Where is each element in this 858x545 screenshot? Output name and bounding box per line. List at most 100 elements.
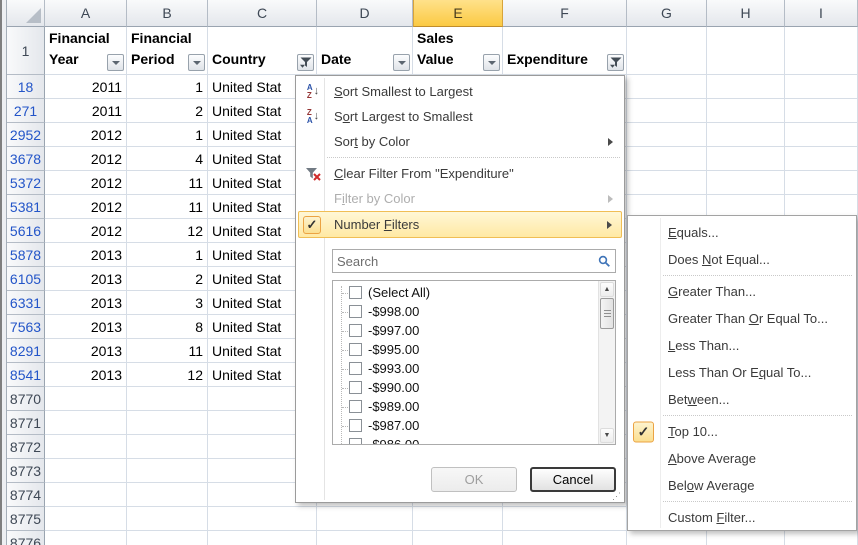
checkbox[interactable]: [349, 400, 362, 413]
cell-B-row271[interactable]: 2: [127, 99, 208, 123]
select-all-corner[interactable]: [7, 0, 45, 27]
scrollbar[interactable]: ▲ ▼: [598, 281, 615, 444]
row-header-2952[interactable]: 2952: [7, 123, 45, 147]
row-header-8770[interactable]: 8770: [7, 387, 45, 411]
filter-applied-button[interactable]: [297, 54, 314, 71]
checkbox[interactable]: [349, 419, 362, 432]
row-header-5878[interactable]: 5878: [7, 243, 45, 267]
cell-I1[interactable]: [785, 27, 858, 75]
cell-A-row8773[interactable]: [45, 459, 127, 483]
row-header-8775[interactable]: 8775: [7, 507, 45, 531]
cell-A-row7563[interactable]: 2013: [45, 315, 127, 339]
cell-G-row5372[interactable]: [627, 171, 707, 195]
cell-A-row5616[interactable]: 2012: [45, 219, 127, 243]
cell-E-row8775[interactable]: [413, 507, 503, 531]
cell-I-row18[interactable]: [785, 75, 858, 99]
filter-applied-button[interactable]: [607, 54, 624, 71]
cell-D-row8776[interactable]: [317, 531, 413, 545]
cell-F-row8776[interactable]: [503, 531, 627, 545]
cell-B-row8772[interactable]: [127, 435, 208, 459]
cell-I-row8776[interactable]: [785, 531, 858, 545]
cell-A-row5372[interactable]: 2012: [45, 171, 127, 195]
cell-I-row5372[interactable]: [785, 171, 858, 195]
cell-B-row18[interactable]: 1: [127, 75, 208, 99]
row-header-5381[interactable]: 5381: [7, 195, 45, 219]
list-item[interactable]: -$993.00: [333, 359, 598, 378]
column-header-I[interactable]: I: [785, 0, 858, 27]
submenu-item-greater-than-or-equal-to[interactable]: Greater Than Or Equal To...: [628, 305, 856, 332]
cell-A-row8776[interactable]: [45, 531, 127, 545]
cell-B-row8773[interactable]: [127, 459, 208, 483]
cell-B-row7563[interactable]: 8: [127, 315, 208, 339]
header-cell-B[interactable]: Financial Period: [127, 27, 208, 75]
checkbox[interactable]: [349, 362, 362, 375]
cell-B-row5616[interactable]: 12: [127, 219, 208, 243]
cell-F-row8775[interactable]: [503, 507, 627, 531]
cell-B-row2952[interactable]: 1: [127, 123, 208, 147]
list-item[interactable]: -$989.00: [333, 397, 598, 416]
submenu-item-less-than-or-equal-to[interactable]: Less Than Or Equal To...: [628, 359, 856, 386]
cell-B-row8770[interactable]: [127, 387, 208, 411]
cell-H-row5372[interactable]: [707, 171, 785, 195]
cell-B-row8541[interactable]: 12: [127, 363, 208, 387]
checkbox[interactable]: [349, 305, 362, 318]
cell-H-row18[interactable]: [707, 75, 785, 99]
cell-G-row8776[interactable]: [627, 531, 707, 545]
cell-B-row5381[interactable]: 11: [127, 195, 208, 219]
cell-A-row18[interactable]: 2011: [45, 75, 127, 99]
cell-A-row8541[interactable]: 2013: [45, 363, 127, 387]
cell-H-row271[interactable]: [707, 99, 785, 123]
list-item[interactable]: -$986.00: [333, 435, 598, 444]
cell-B-row8775[interactable]: [127, 507, 208, 531]
cell-H-row8776[interactable]: [707, 531, 785, 545]
column-header-B[interactable]: B: [127, 0, 208, 27]
checkbox[interactable]: [349, 343, 362, 356]
cell-B-row6331[interactable]: 3: [127, 291, 208, 315]
row-header-18[interactable]: 18: [7, 75, 45, 99]
column-header-D[interactable]: D: [317, 0, 413, 27]
cell-I-row2952[interactable]: [785, 123, 858, 147]
scrollbar-down-icon[interactable]: ▼: [600, 428, 614, 443]
cell-D-row8775[interactable]: [317, 507, 413, 531]
cell-C-row8775[interactable]: [208, 507, 317, 531]
cell-A-row6331[interactable]: 2013: [45, 291, 127, 315]
row-header-6105[interactable]: 6105: [7, 267, 45, 291]
cell-A-row2952[interactable]: 2012: [45, 123, 127, 147]
cell-G-row3678[interactable]: [627, 147, 707, 171]
column-header-C[interactable]: C: [208, 0, 317, 27]
cell-A-row8775[interactable]: [45, 507, 127, 531]
search-input[interactable]: [333, 254, 594, 269]
filter-dropdown-button[interactable]: [107, 54, 124, 71]
cell-B-row8776[interactable]: [127, 531, 208, 545]
column-header-A[interactable]: A: [45, 0, 127, 27]
cell-A-row271[interactable]: 2011: [45, 99, 127, 123]
cell-G-row271[interactable]: [627, 99, 707, 123]
row-header-1[interactable]: 1: [7, 27, 45, 75]
cell-A-row3678[interactable]: 2012: [45, 147, 127, 171]
cell-B-row8774[interactable]: [127, 483, 208, 507]
column-header-F[interactable]: F: [503, 0, 627, 27]
cell-I-row3678[interactable]: [785, 147, 858, 171]
list-item[interactable]: (Select All): [333, 283, 598, 302]
scrollbar-thumb[interactable]: [600, 298, 614, 329]
header-cell-C[interactable]: Country: [208, 27, 317, 75]
checkbox[interactable]: [349, 381, 362, 394]
submenu-item-greater-than[interactable]: Greater Than...: [628, 278, 856, 305]
filter-dropdown-button[interactable]: [188, 54, 205, 71]
header-cell-F[interactable]: Expenditure: [503, 27, 627, 75]
cell-B-row5372[interactable]: 11: [127, 171, 208, 195]
row-header-5372[interactable]: 5372: [7, 171, 45, 195]
row-header-6331[interactable]: 6331: [7, 291, 45, 315]
header-cell-E[interactable]: Sales Value: [413, 27, 503, 75]
row-header-3678[interactable]: 3678: [7, 147, 45, 171]
row-header-7563[interactable]: 7563: [7, 315, 45, 339]
submenu-item-below-average[interactable]: Below Average: [628, 472, 856, 499]
filter-dropdown-button[interactable]: [393, 54, 410, 71]
submenu-item-equals[interactable]: Equals...: [628, 219, 856, 246]
row-header-8774[interactable]: 8774: [7, 483, 45, 507]
search-icon[interactable]: [594, 255, 615, 268]
list-item[interactable]: -$995.00: [333, 340, 598, 359]
cell-B-row3678[interactable]: 4: [127, 147, 208, 171]
cell-B-row5878[interactable]: 1: [127, 243, 208, 267]
checkbox[interactable]: [349, 324, 362, 337]
